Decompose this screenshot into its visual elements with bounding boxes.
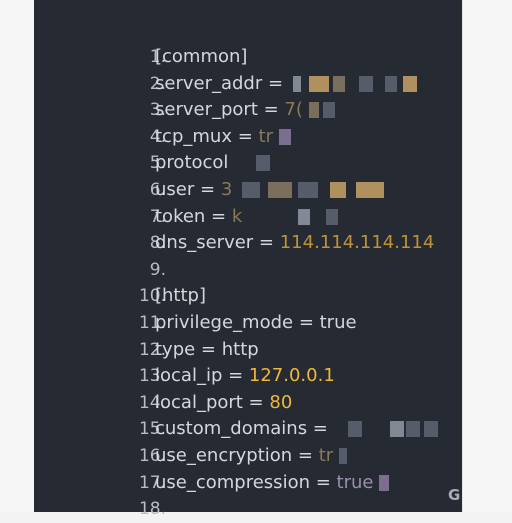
- code-text: user = 3: [155, 177, 398, 204]
- code-text: [common]: [155, 46, 248, 67]
- code-text: custom_domains =: [155, 416, 444, 443]
- code-line: 8. dns_server = 114.114.114.114: [34, 230, 462, 257]
- code-line: 3. server_port = 7(: [34, 97, 462, 124]
- code-text: server_addr =: [155, 71, 419, 98]
- redacted-value: [238, 181, 398, 198]
- code-line: 4. tcp_mux = tr: [34, 124, 462, 151]
- code-line: 5. protocol: [34, 150, 462, 177]
- line-number: 18.: [138, 499, 166, 520]
- code-text: local_port = 80: [155, 391, 293, 413]
- code-text: token = k: [155, 204, 358, 231]
- redacted-value: [234, 155, 274, 172]
- code-line: 12. type = http: [34, 337, 462, 364]
- redacted-value: [248, 208, 358, 225]
- line-number: 9.: [149, 259, 166, 280]
- code-text: use_encryption = tr: [155, 443, 351, 470]
- page-left-margin: [0, 0, 34, 512]
- redacted-value: [289, 75, 419, 92]
- code-text: local_ip = 127.0.0.1: [155, 365, 335, 387]
- code-line: 13. local_ip = 127.0.0.1: [34, 363, 462, 390]
- redacted-value: [308, 102, 339, 119]
- watermark: G: [448, 486, 461, 504]
- code-line: 1. [common]: [34, 44, 462, 71]
- redacted-value: [379, 474, 393, 491]
- code-line: 11. privilege_mode = true: [34, 310, 462, 337]
- code-text: use_compression = true: [155, 470, 393, 497]
- code-line: 9.: [34, 257, 462, 284]
- code-line: 6. user = 3: [34, 177, 462, 204]
- code-text: server_port = 7(: [155, 97, 339, 124]
- code-text: privilege_mode = true: [155, 311, 357, 333]
- code-line: 17. use_compression = true: [34, 470, 462, 497]
- code-text: tcp_mux = tr: [155, 124, 295, 151]
- code-block: 1. [common] 2. server_addr = 3. server_p…: [34, 0, 462, 519]
- code-line: 14. local_port = 80: [34, 390, 462, 417]
- code-line: 10. [http]: [34, 283, 462, 310]
- redacted-value: [334, 421, 444, 438]
- code-lines: 1. [common] 2. server_addr = 3. server_p…: [34, 44, 462, 523]
- code-line: 15. custom_domains =: [34, 416, 462, 443]
- redacted-value: [339, 447, 351, 464]
- code-line: 7. token = k: [34, 204, 462, 231]
- code-line: 16. use_encryption = tr: [34, 443, 462, 470]
- code-line: 18.: [34, 496, 462, 523]
- redacted-value: [278, 128, 295, 145]
- page-right-margin: [462, 0, 512, 512]
- code-text: [http]: [155, 285, 206, 307]
- code-text: dns_server = 114.114.114.114: [155, 232, 435, 254]
- code-text: protocol: [155, 150, 274, 177]
- code-line: 2. server_addr =: [34, 71, 462, 98]
- code-text: type = http: [155, 338, 259, 360]
